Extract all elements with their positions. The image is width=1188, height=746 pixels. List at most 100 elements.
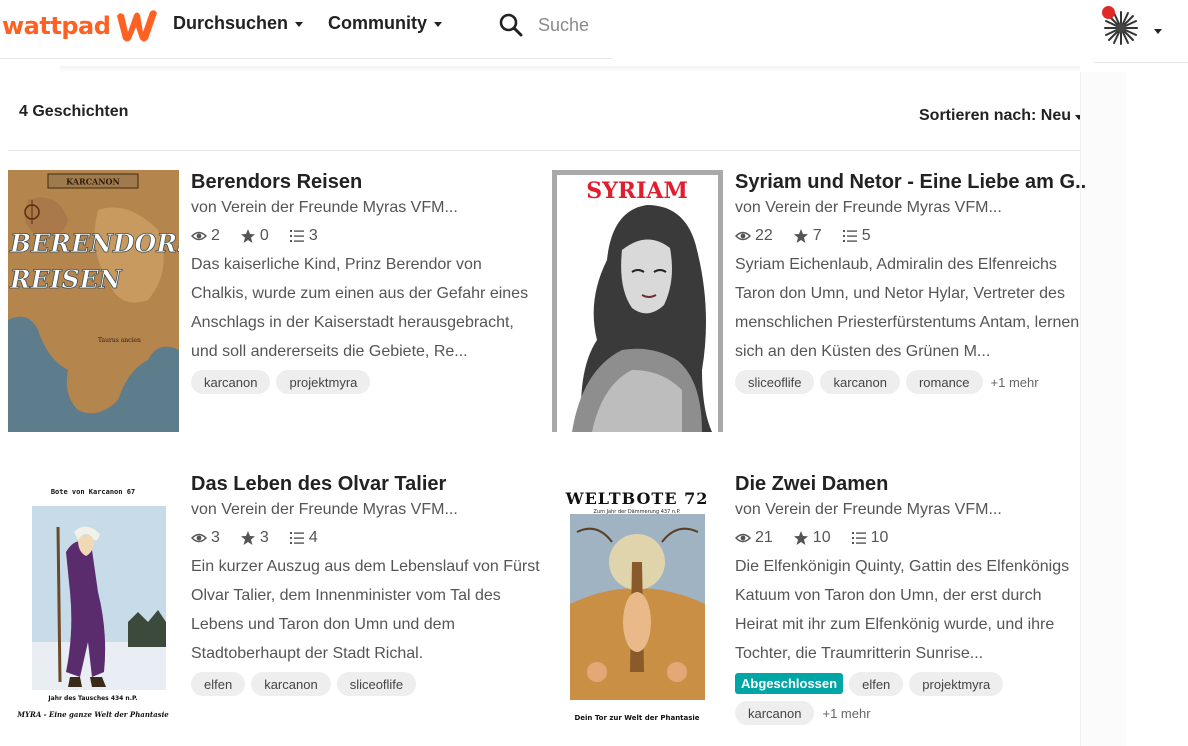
parts-stat: 4 [289, 529, 318, 547]
votes-count: 7 [812, 227, 822, 244]
story-description: Die Elfenkönigin Quinty, Gattin des Elfe… [735, 558, 1070, 662]
votes-count: 3 [259, 529, 269, 546]
story-info: Berendors Reisen von Verein der Freunde … [191, 170, 543, 399]
tag[interactable]: sliceoflife [336, 672, 417, 696]
star-icon [793, 229, 808, 243]
cover-title-text: SYRIAM [586, 178, 688, 204]
parts-stat: 3 [289, 227, 318, 245]
parts-count: 5 [861, 227, 871, 244]
story-cover-image[interactable]: SYRIAM [552, 170, 723, 432]
tag[interactable]: romance [905, 370, 983, 394]
story-title[interactable]: Syriam und Netor - Eine Liebe am G... [735, 170, 1087, 194]
star-icon [240, 531, 255, 545]
chevron-down-icon [434, 22, 442, 27]
tag[interactable]: karcanon [251, 672, 331, 696]
votes-stat: 7 [793, 227, 822, 245]
story-stats: 2 0 3 [191, 226, 543, 246]
tag[interactable]: sliceoflife [735, 370, 815, 394]
cover-footer-text: Dein Tor zur Welt der Phantasie [574, 714, 699, 722]
star-icon [793, 531, 808, 545]
top-navigation-bar: wattpad Durchsuchen Community [0, 0, 1188, 63]
chevron-down-icon [295, 22, 304, 27]
story-author[interactable]: von Verein der Freunde Myras VFM... [191, 198, 543, 218]
nav-browse-dropdown[interactable]: Durchsuchen [173, 10, 304, 36]
completed-badge: Abgeschlossen [735, 673, 844, 694]
story-tags: sliceoflife karcanon romance +1 mehr [735, 370, 1087, 399]
story-info: Syriam und Netor - Eine Liebe am G... vo… [735, 170, 1087, 399]
star-icon [240, 229, 255, 243]
story-author[interactable]: von Verein der Freunde Myras VFM... [191, 500, 543, 520]
results-divider [8, 150, 1080, 151]
parts-stat: 10 [851, 529, 889, 547]
cover-title-line2: REISEN [9, 265, 123, 294]
panel-top-shadow [60, 66, 1080, 72]
story-stats: 21 10 10 [735, 528, 1087, 548]
parts-count: 4 [308, 529, 318, 546]
story-card: WELTBOTE 72 Zum Jahr der Dämmerung 437 n… [552, 472, 1092, 746]
reads-count: 21 [755, 529, 773, 546]
search-bar [498, 10, 608, 40]
cover-top-text: Bote von Karcanon 67 [51, 488, 135, 496]
story-author[interactable]: von Verein der Freunde Myras VFM... [735, 500, 1087, 520]
notification-badge [1102, 6, 1115, 19]
story-info: Die Zwei Damen von Verein der Freunde My… [735, 472, 1087, 730]
story-description: Das kaiserliche Kind, Prinz Berendor von… [191, 256, 529, 360]
reads-stat: 22 [735, 227, 773, 245]
chevron-down-icon [1075, 115, 1080, 120]
tag[interactable]: elfen [849, 672, 904, 696]
cover-top-text: KARCANON [66, 177, 120, 187]
results-count: 4 Geschichten [19, 103, 129, 120]
list-icon [289, 230, 304, 242]
story-card: SYRIAM Syriam und Netor - Eine Liebe am … [552, 170, 1092, 460]
story-tags: karcanon projektmyra [191, 370, 543, 399]
nav-community-dropdown[interactable]: Community [328, 10, 442, 36]
story-info: Das Leben des Olvar Talier von Verein de… [191, 472, 543, 701]
sort-dropdown[interactable]: Sortieren nach: Neu [919, 107, 1080, 125]
sort-label: Sortieren nach: Neu [919, 107, 1072, 124]
reads-stat: 3 [191, 529, 220, 547]
parts-count: 10 [870, 529, 889, 546]
story-title[interactable]: Berendors Reisen [191, 170, 543, 194]
chevron-down-icon[interactable] [1154, 29, 1162, 34]
story-stats: 3 3 4 [191, 528, 543, 548]
nav-community-label: Community [328, 12, 427, 33]
tag[interactable]: karcanon [820, 370, 900, 394]
tag[interactable]: karcanon [735, 701, 815, 725]
votes-stat: 3 [240, 529, 269, 547]
logo-text: wattpad [2, 12, 111, 40]
tag[interactable]: projektmyra [909, 672, 1004, 696]
list-icon [842, 230, 857, 242]
story-cover-image[interactable]: WELTBOTE 72 Zum Jahr der Dämmerung 437 n… [552, 472, 723, 734]
story-title[interactable]: Die Zwei Damen [735, 472, 1087, 496]
story-card: KARCANON BERENDORS REISEN Taurus ancien … [8, 170, 548, 460]
tag[interactable]: elfen [191, 672, 246, 696]
story-description: Ein kurzer Auszug aus dem Lebenslauf von… [191, 558, 540, 662]
votes-count: 0 [259, 227, 269, 244]
story-author[interactable]: von Verein der Freunde Myras VFM... [735, 198, 1087, 218]
cover-title-text: WELTBOTE 72 [565, 489, 709, 508]
parts-count: 3 [308, 227, 318, 244]
eye-icon [735, 533, 751, 543]
reads-count: 2 [211, 227, 220, 244]
search-icon[interactable] [498, 12, 524, 38]
story-stats: 22 7 5 [735, 226, 1087, 246]
search-input[interactable] [538, 14, 608, 36]
votes-stat: 0 [240, 227, 269, 245]
reads-stat: 2 [191, 227, 220, 245]
more-tags-link[interactable]: +1 mehr [822, 701, 870, 725]
eye-icon [191, 533, 207, 543]
parts-stat: 5 [842, 227, 871, 245]
tag[interactable]: karcanon [191, 370, 271, 394]
story-title[interactable]: Das Leben des Olvar Talier [191, 472, 543, 496]
cover-bottom-text: Jahr des Tausches 434 n.P. [47, 695, 137, 702]
cover-map-label: Taurus ancien [98, 337, 141, 344]
more-tags-link[interactable]: +1 mehr [991, 370, 1039, 394]
tag[interactable]: projektmyra [276, 370, 371, 394]
nav-browse-label: Durchsuchen [173, 12, 289, 33]
story-cover-image[interactable]: KARCANON BERENDORS REISEN Taurus ancien [8, 170, 179, 432]
votes-stat: 10 [793, 529, 831, 547]
cover-sub-text: Zum Jahr der Dämmerung 437 n.P. [594, 509, 681, 515]
wattpad-logo[interactable]: wattpad [2, 8, 160, 44]
list-icon [851, 532, 866, 544]
story-cover-image[interactable]: Bote von Karcanon 67 Jahr des Tausches 4… [8, 472, 179, 734]
